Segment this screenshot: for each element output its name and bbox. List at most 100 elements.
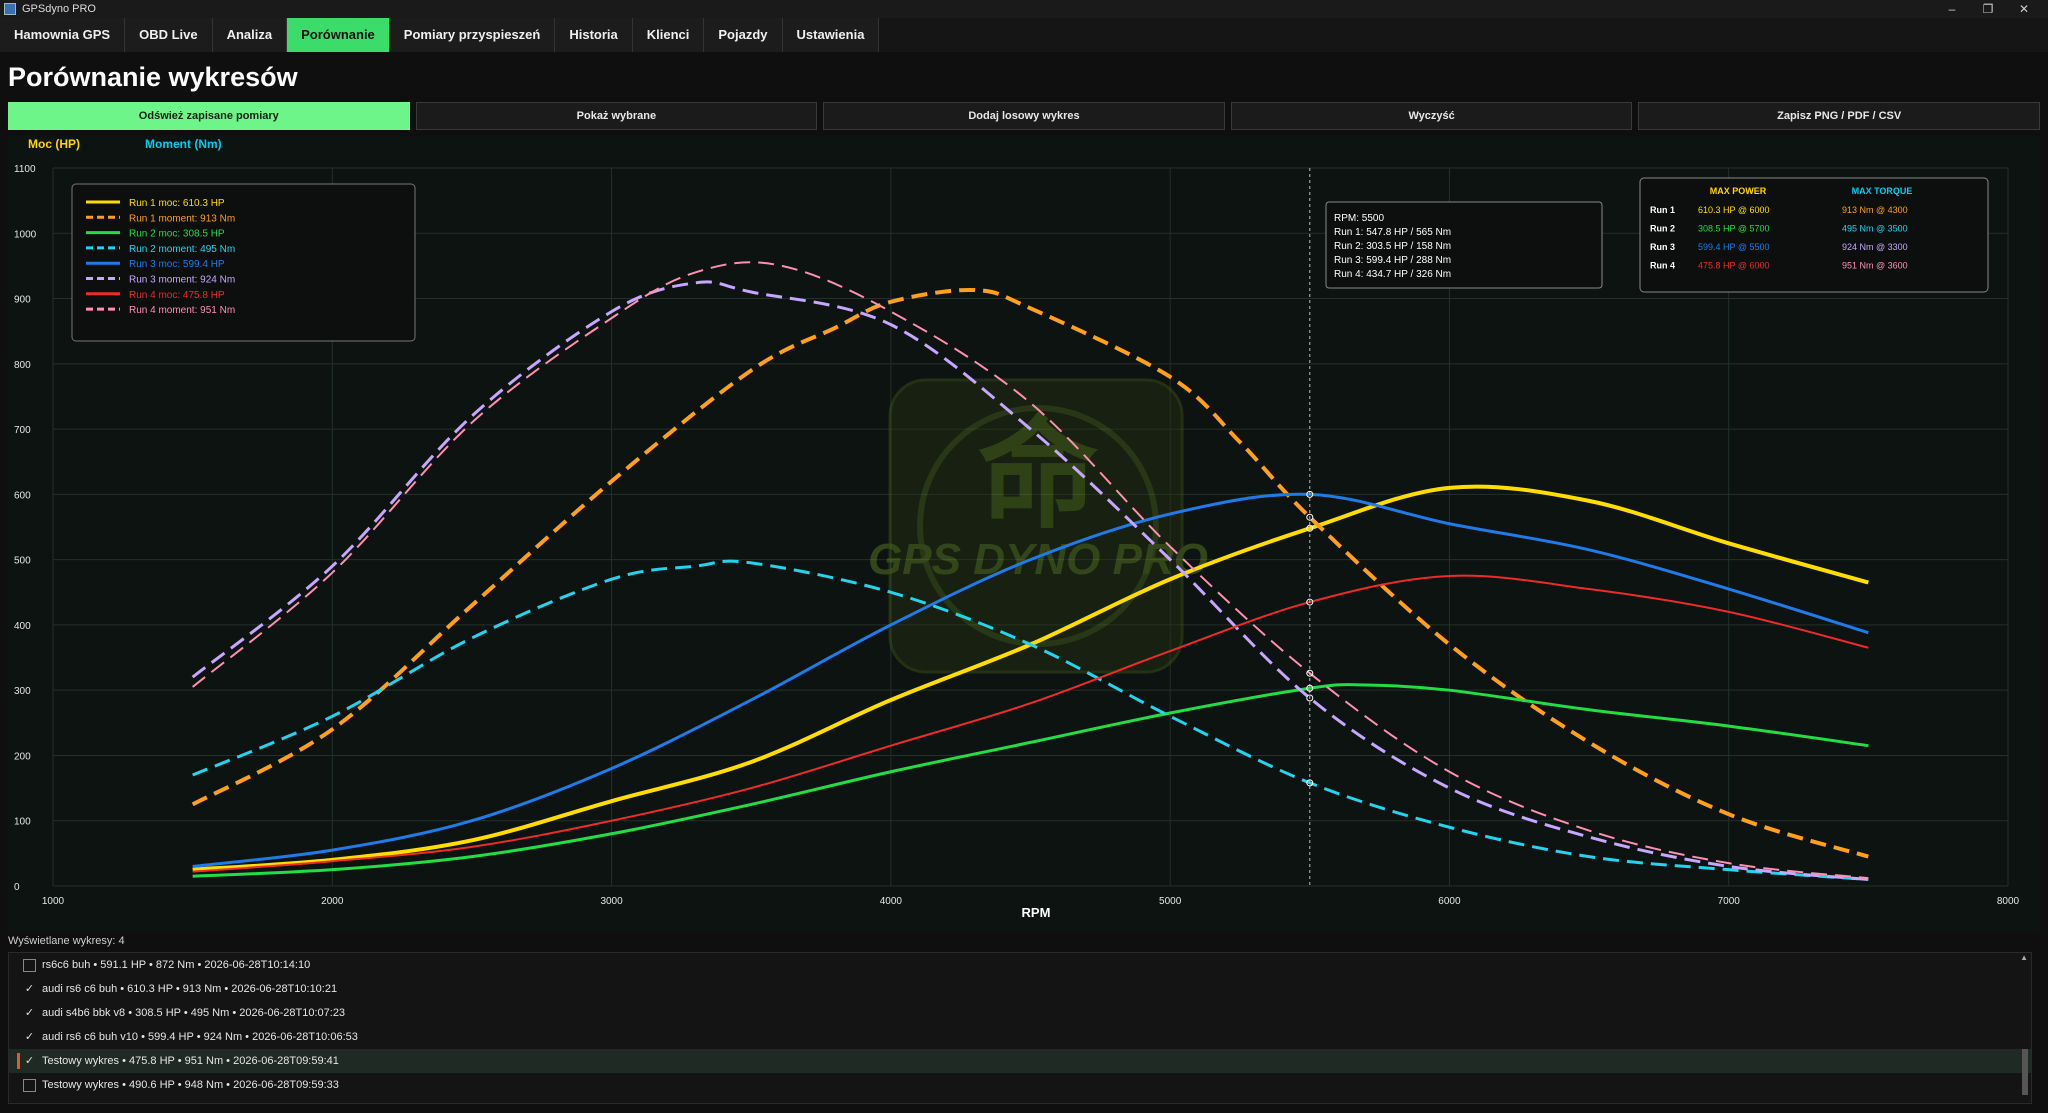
measurement-checkbox[interactable]: ✓ <box>23 1055 36 1068</box>
max-row-power: 610.3 HP @ 6000 <box>1698 205 1770 215</box>
save-export-button[interactable]: Zapisz PNG / PDF / CSV <box>1638 102 2040 130</box>
measurement-row[interactable]: Testowy wykres • 490.6 HP • 948 Nm • 202… <box>9 1073 2031 1097</box>
legend-label: Run 1 moc: 610.3 HP <box>129 198 225 209</box>
title-bar: GPSdyno PRO – ❐ ✕ <box>0 0 2048 18</box>
page-title: Porównanie wykresów <box>8 62 298 92</box>
measurement-label: Testowy wykres • 475.8 HP • 951 Nm • 202… <box>42 1055 339 1067</box>
tab-ustawienia[interactable]: Ustawienia <box>782 18 880 52</box>
measurement-row[interactable]: ✓ audi rs6 c6 buh v10 • 599.4 HP • 924 Nm… <box>9 1025 2031 1049</box>
max-row-power: 599.4 HP @ 5500 <box>1698 242 1770 252</box>
legend-label: Run 3 moment: 924 Nm <box>129 275 235 286</box>
show-selected-button[interactable]: Pokaż wybrane <box>415 102 818 130</box>
watermark-logo: 命 GPS DYNO PRO <box>868 378 1208 674</box>
measurement-label: Testowy wykres • 490.6 HP • 948 Nm • 202… <box>42 1079 339 1091</box>
power-axis-title: Moc (HP) <box>28 137 80 151</box>
measurement-list[interactable]: rs6c6 buh • 591.1 HP • 872 Nm • 2026-06-… <box>8 952 2032 1104</box>
y-tick-label: 1000 <box>14 229 37 240</box>
max-row-power: 308.5 HP @ 5700 <box>1698 224 1770 234</box>
window-controls: – ❐ ✕ <box>1934 0 2042 18</box>
measurement-label: audi rs6 c6 buh • 610.3 HP • 913 Nm • 20… <box>42 983 338 995</box>
legend-label: Run 4 moc: 475.8 HP <box>129 290 225 301</box>
max-row-torque: 924 Nm @ 3300 <box>1842 242 1908 252</box>
measurement-label: rs6c6 buh • 591.1 HP • 872 Nm • 2026-06-… <box>42 959 311 971</box>
max-row-run: Run 1 <box>1650 205 1675 215</box>
max-row-run: Run 4 <box>1650 261 1675 271</box>
max-row-power: 475.8 HP @ 6000 <box>1698 261 1770 271</box>
max-power-header: MAX POWER <box>1710 186 1767 196</box>
measurement-label: audi s4b6 bbk v8 • 308.5 HP • 495 Nm • 2… <box>42 1007 346 1019</box>
max-row-torque: 913 Nm @ 4300 <box>1842 205 1908 215</box>
selection-marker <box>17 1053 20 1069</box>
x-tick-label: 7000 <box>1718 896 1741 907</box>
add-random-chart-button[interactable]: Dodaj losowy wykres <box>823 102 1225 130</box>
y-tick-label: 400 <box>14 621 31 632</box>
x-tick-label: 3000 <box>600 896 623 907</box>
y-tick-label: 300 <box>14 686 31 697</box>
cursor-info-box: RPM: 5500 Run 1: 547.8 HP / 565 Nm Run 2… <box>1325 201 1603 289</box>
chart-legend: Run 1 moc: 610.3 HP Run 1 moment: 913 Nm R… <box>71 183 416 342</box>
cursor-run-2: Run 2: 303.5 HP / 158 Nm <box>1334 241 1451 252</box>
legend-label: Run 4 moment: 951 Nm <box>129 305 235 316</box>
action-bar: Odśwież zapisane pomiary Pokaż wybrane D… <box>8 102 2040 130</box>
tab-pomiary-przyspieszen[interactable]: Pomiary przyspieszeń <box>389 18 556 52</box>
measurement-checkbox[interactable]: ✓ <box>23 983 36 996</box>
tab-klienci[interactable]: Klienci <box>632 18 705 52</box>
measurement-checkbox[interactable] <box>23 958 36 972</box>
y-tick-label: 600 <box>14 490 31 501</box>
max-torque-header: MAX TORQUE <box>1852 186 1913 196</box>
tab-porownanie[interactable]: Porównanie <box>287 18 390 52</box>
maximize-icon[interactable]: ❐ <box>1970 0 2006 18</box>
y-tick-label: 500 <box>14 556 31 567</box>
cursor-run-3: Run 3: 599.4 HP / 288 Nm <box>1334 255 1451 266</box>
tab-historia[interactable]: Historia <box>555 18 633 52</box>
measurement-row[interactable]: ✓ audi rs6 c6 buh • 610.3 HP • 913 Nm • 2… <box>9 977 2031 1001</box>
cursor-rpm: RPM: 5500 <box>1334 213 1384 224</box>
max-values-table: MAX POWER MAX TORQUE Run 1 610.3 HP @ 600… <box>1639 177 1989 293</box>
legend-label: Run 1 moment: 913 Nm <box>129 213 235 224</box>
app-icon <box>4 3 16 15</box>
max-row-run: Run 2 <box>1650 224 1675 234</box>
y-tick-label: 800 <box>14 360 31 371</box>
x-tick-label: 6000 <box>1438 896 1461 907</box>
x-tick-label: 5000 <box>1159 896 1182 907</box>
measurement-checkbox[interactable] <box>23 1078 36 1092</box>
tab-analiza[interactable]: Analiza <box>212 18 288 52</box>
tab-pojazdy[interactable]: Pojazdy <box>704 18 783 52</box>
cursor-run-4: Run 4: 434.7 HP / 326 Nm <box>1334 269 1451 280</box>
x-tick-label: 1000 <box>42 896 65 907</box>
measurement-checkbox[interactable]: ✓ <box>23 1031 36 1044</box>
clear-button[interactable]: Wyczyść <box>1230 102 1633 130</box>
tab-obd-live[interactable]: OBD Live <box>125 18 213 52</box>
watermark-text: GPS DYNO PRO <box>868 535 1208 584</box>
comparison-chart[interactable]: 命 GPS DYNO PRO Moc (HP) Moment (Nm) RPM … <box>8 136 2040 932</box>
max-row-run: Run 3 <box>1650 242 1675 252</box>
x-tick-label: 2000 <box>321 896 344 907</box>
list-scrollbar[interactable] <box>2021 957 2029 1097</box>
tab-hamownia-gps[interactable]: Hamownia GPS <box>0 18 126 52</box>
refresh-button[interactable]: Odśwież zapisane pomiary <box>8 102 410 130</box>
measurement-row[interactable]: ✓ audi s4b6 bbk v8 • 308.5 HP • 495 Nm • … <box>9 1001 2031 1025</box>
max-row-torque: 951 Nm @ 3600 <box>1842 261 1908 271</box>
legend-label: Run 3 moc: 599.4 HP <box>129 259 225 270</box>
y-tick-label: 700 <box>14 425 31 436</box>
minimize-icon[interactable]: – <box>1934 0 1970 18</box>
measurement-row[interactable]: ✓ Testowy wykres • 475.8 HP • 951 Nm • 20… <box>9 1049 2031 1073</box>
y-tick-label: 900 <box>14 295 31 306</box>
x-tick-label: 4000 <box>880 896 903 907</box>
y-tick-label: 100 <box>14 817 31 828</box>
chart-svg: 命 GPS DYNO PRO Moc (HP) Moment (Nm) RPM … <box>14 137 2020 920</box>
window-title: GPSdyno PRO <box>22 3 96 15</box>
max-row-torque: 495 Nm @ 3500 <box>1842 224 1908 234</box>
shown-charts-count: Wyświetlane wykresy: 4 <box>8 935 125 947</box>
torque-axis-title: Moment (Nm) <box>145 137 222 151</box>
measurement-checkbox[interactable]: ✓ <box>23 1007 36 1020</box>
x-tick-label: 8000 <box>1997 896 2020 907</box>
y-tick-label: 0 <box>14 882 20 893</box>
close-icon[interactable]: ✕ <box>2006 0 2042 18</box>
x-axis-title: RPM <box>1022 905 1051 920</box>
y-tick-label: 200 <box>14 751 31 762</box>
cursor-run-1: Run 1: 547.8 HP / 565 Nm <box>1334 227 1451 238</box>
main-tabs: Hamownia GPS OBD Live Analiza Porównanie… <box>0 18 2048 52</box>
measurement-row[interactable]: rs6c6 buh • 591.1 HP • 872 Nm • 2026-06-… <box>9 953 2031 977</box>
measurement-label: audi rs6 c6 buh v10 • 599.4 HP • 924 Nm … <box>42 1031 358 1043</box>
